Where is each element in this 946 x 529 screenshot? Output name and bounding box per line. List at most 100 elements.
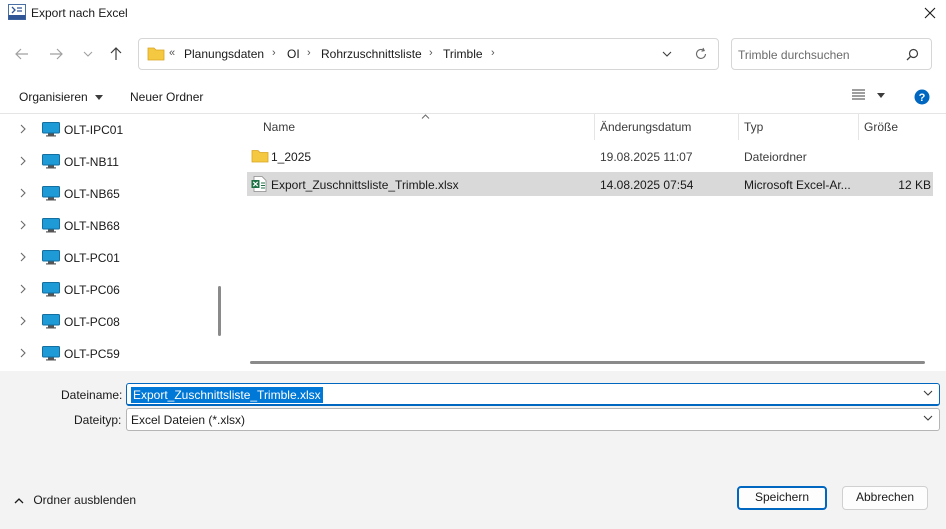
breadcrumb-item[interactable]: OI — [287, 47, 300, 61]
arrow-up-icon — [110, 47, 122, 60]
tree-item-label: OLT-NB65 — [64, 187, 120, 201]
tree-item-label: OLT-NB68 — [64, 219, 120, 233]
tree-item-olt-pc06[interactable]: OLT-PC06 — [0, 274, 212, 306]
filename-label: Dateiname: — [61, 388, 123, 402]
tree-item-olt-pc01[interactable]: OLT-PC01 — [0, 242, 212, 274]
computer-icon — [42, 314, 60, 329]
new-folder-button[interactable]: Neuer Ordner — [130, 90, 203, 104]
tree-item-label: OLT-PC06 — [64, 283, 120, 297]
computer-icon — [42, 346, 60, 361]
cancel-button[interactable]: Abbrechen — [842, 486, 928, 510]
close-button[interactable] — [916, 2, 944, 24]
recent-locations-button[interactable] — [75, 41, 101, 67]
up-button[interactable] — [103, 41, 129, 67]
organize-label: Organisieren — [19, 90, 88, 104]
organize-button[interactable]: Organisieren — [19, 90, 104, 104]
tree-item-label: OLT-IPC01 — [64, 123, 124, 137]
horizontal-scrollbar[interactable] — [250, 361, 925, 364]
column-divider[interactable] — [594, 114, 595, 140]
file-row[interactable]: 1_2025 19.08.2025 11:07 Dateiordner — [247, 144, 933, 168]
file-row[interactable]: Export_Zuschnittsliste_Trimble.xlsx 14.0… — [247, 172, 933, 196]
navigation-tree: OLT-IPC01 OLT-NB11 OLT-NB65 OLT-NB68 OLT… — [0, 114, 227, 371]
chevron-up-icon — [14, 497, 24, 504]
file-modified: 14.08.2025 07:54 — [600, 178, 694, 192]
tree-item-label: OLT-PC59 — [64, 347, 120, 361]
chevron-right-icon[interactable] — [20, 284, 26, 294]
help-icon[interactable]: ? — [914, 89, 930, 105]
tree-scrollbar[interactable] — [218, 286, 221, 336]
breadcrumb-item[interactable]: Planungsdaten — [184, 47, 264, 61]
column-divider[interactable] — [858, 114, 859, 140]
forward-button[interactable] — [43, 41, 69, 67]
close-icon — [924, 7, 936, 19]
chevron-right-icon[interactable] — [20, 252, 26, 262]
chevron-down-icon — [83, 51, 93, 57]
column-header-name[interactable]: Name — [263, 120, 295, 134]
file-size: 12 KB — [898, 178, 931, 192]
filetype-label: Dateityp: — [74, 413, 122, 427]
computer-icon — [42, 282, 60, 297]
column-header-modified[interactable]: Änderungsdatum — [600, 120, 691, 134]
chevron-right-icon[interactable] — [20, 220, 26, 230]
caret-down-icon — [95, 95, 104, 101]
file-name: 1_2025 — [271, 150, 312, 164]
file-modified: 19.08.2025 11:07 — [600, 150, 693, 164]
file-list: Name Änderungsdatum Typ Größe 1_2025 19.… — [233, 114, 946, 371]
chevron-down-icon[interactable] — [662, 51, 672, 57]
tree-item-olt-nb11[interactable]: OLT-NB11 — [0, 146, 212, 178]
folder-icon — [251, 150, 269, 163]
chevron-right-icon[interactable] — [20, 188, 26, 198]
breadcrumb-item[interactable]: Rohrzuschnittsliste — [321, 47, 422, 61]
chevron-right-icon: › — [307, 47, 311, 59]
arrow-right-icon — [50, 48, 63, 60]
chevron-right-icon[interactable] — [20, 124, 26, 134]
tree-item-olt-nb68[interactable]: OLT-NB68 — [0, 210, 212, 242]
app-icon — [8, 4, 26, 20]
file-name: Export_Zuschnittsliste_Trimble.xlsx — [271, 178, 459, 192]
chevron-right-icon[interactable] — [20, 316, 26, 326]
filetype-select[interactable]: Excel Dateien (*.xlsx) — [126, 408, 940, 431]
computer-icon — [42, 122, 60, 137]
file-type: Microsoft Excel-Ar... — [744, 178, 851, 192]
search-input[interactable]: Trimble durchsuchen — [731, 38, 932, 70]
chevron-down-icon[interactable] — [923, 390, 933, 396]
title-bar: Export nach Excel — [0, 0, 946, 26]
tree-item-label: OLT-PC08 — [64, 315, 120, 329]
breadcrumb-item[interactable]: Trimble — [443, 47, 483, 61]
address-bar[interactable]: « Planungsdaten › OI › Rohrzuschnittslis… — [138, 38, 719, 70]
computer-icon — [42, 186, 60, 201]
svg-text:?: ? — [919, 92, 926, 104]
refresh-icon[interactable] — [694, 47, 708, 61]
computer-icon — [42, 250, 60, 265]
search-placeholder: Trimble durchsuchen — [738, 48, 850, 62]
computer-icon — [42, 218, 60, 233]
tree-item-label: OLT-NB11 — [64, 155, 119, 169]
search-icon — [906, 48, 919, 61]
command-bar: Organisieren Neuer Ordner ? — [0, 80, 946, 114]
tree-item-olt-pc59[interactable]: OLT-PC59 — [0, 338, 212, 370]
column-divider[interactable] — [738, 114, 739, 140]
save-button[interactable]: Speichern — [737, 486, 827, 510]
chevron-right-icon: › — [272, 47, 276, 59]
filename-input[interactable]: Export_Zuschnittsliste_Trimble.xlsx — [126, 383, 940, 406]
file-type: Dateiordner — [744, 150, 807, 164]
tree-item-olt-nb65[interactable]: OLT-NB65 — [0, 178, 212, 210]
back-button[interactable] — [9, 41, 35, 67]
filename-value: Export_Zuschnittsliste_Trimble.xlsx — [131, 387, 323, 403]
view-options-button[interactable] — [852, 89, 886, 103]
filetype-value: Excel Dateien (*.xlsx) — [131, 413, 246, 427]
chevron-right-icon: › — [429, 47, 433, 59]
arrow-left-icon — [15, 48, 28, 60]
tree-item-olt-pc08[interactable]: OLT-PC08 — [0, 306, 212, 338]
caret-down-icon — [877, 93, 886, 98]
tree-item-olt-ipc01[interactable]: OLT-IPC01 — [0, 114, 212, 146]
hide-folders-toggle[interactable]: Ordner ausblenden — [14, 493, 136, 507]
breadcrumb-overflow[interactable]: « — [169, 47, 175, 59]
chevron-right-icon[interactable] — [20, 156, 26, 166]
column-header-type[interactable]: Typ — [744, 120, 763, 134]
column-header-size[interactable]: Größe — [864, 120, 898, 134]
chevron-right-icon[interactable] — [20, 348, 26, 358]
sort-ascending-icon — [421, 114, 430, 119]
list-view-icon — [852, 89, 865, 100]
tree-item-label: OLT-PC01 — [64, 251, 120, 265]
